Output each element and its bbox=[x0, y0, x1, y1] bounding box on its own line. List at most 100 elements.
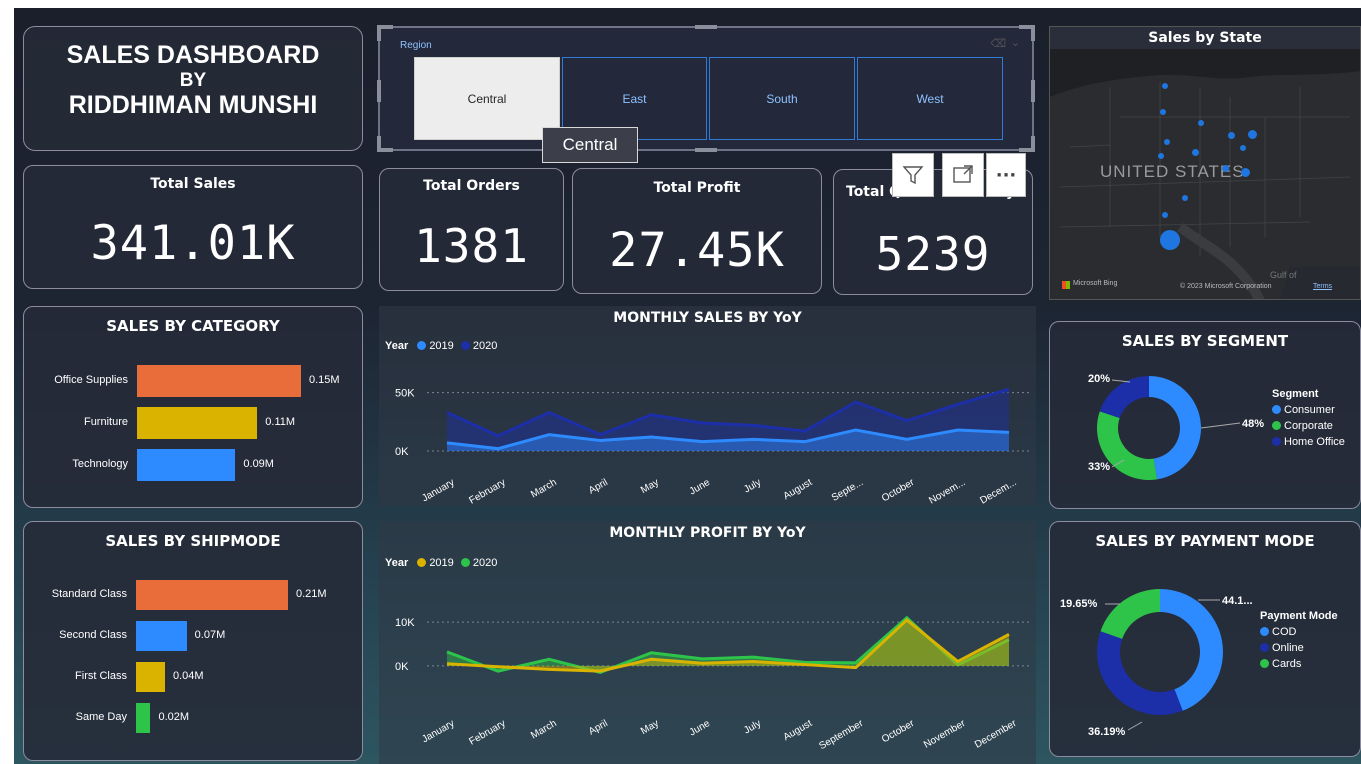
map-bubble[interactable] bbox=[1228, 132, 1235, 139]
bar[interactable] bbox=[136, 703, 151, 733]
more-options-icon[interactable]: ··· bbox=[986, 153, 1026, 197]
x-tick-label: January bbox=[420, 718, 456, 745]
data-label: 48% bbox=[1242, 418, 1264, 430]
legend-item: Online bbox=[1272, 642, 1304, 654]
map-bubble[interactable] bbox=[1160, 109, 1166, 115]
map-bubble[interactable] bbox=[1222, 165, 1229, 172]
dashboard-title-card: SALES DASHBOARD BY RIDDHIMAN MUNSHI bbox=[23, 26, 363, 151]
kpi-total-sales: Total Sales 341.01K bbox=[23, 165, 363, 289]
map-bubble[interactable] bbox=[1162, 83, 1168, 89]
resize-handle[interactable] bbox=[1031, 80, 1035, 102]
y-tick-label: 0K bbox=[395, 446, 409, 458]
x-tick-label: Septe... bbox=[830, 477, 865, 504]
resize-handle[interactable] bbox=[1031, 25, 1035, 41]
bar[interactable] bbox=[136, 662, 165, 692]
legend-item: Cards bbox=[1272, 658, 1302, 670]
map-bubble[interactable] bbox=[1158, 153, 1164, 159]
kpi-value: 5239 bbox=[875, 227, 991, 281]
bar-value-label: 0.04M bbox=[172, 670, 204, 682]
bar-value-label: 0.15M bbox=[309, 374, 340, 386]
x-tick-label: April bbox=[587, 477, 610, 497]
kpi-value: 341.01K bbox=[90, 216, 296, 271]
legend-dot bbox=[1272, 437, 1281, 446]
slicer-option-central[interactable]: Central bbox=[414, 57, 560, 140]
bar[interactable] bbox=[136, 621, 187, 651]
monthly-profit-plot: 0K 10K January February March April May June Jul… bbox=[395, 615, 1029, 752]
x-tick-label: October bbox=[880, 718, 917, 746]
legend-item: Home Office bbox=[1284, 436, 1345, 448]
sales-by-state-map[interactable]: Sales by State UNITED STATES Gulf of Mic… bbox=[1049, 26, 1361, 300]
bar-label: Office Supplies bbox=[54, 374, 128, 386]
slicer-option-south[interactable]: South bbox=[709, 57, 855, 140]
map-bubble[interactable] bbox=[1240, 145, 1246, 151]
region-slicer[interactable]: Region ⌫ ⌄ Central East South West bbox=[377, 25, 1035, 152]
data-label: 33% bbox=[1088, 461, 1110, 473]
monthly-sales-card: MONTHLY SALES BY YoY Year 2019 2020 0K 50… bbox=[379, 306, 1036, 506]
bar[interactable] bbox=[137, 407, 258, 439]
focus-mode-icon[interactable] bbox=[942, 153, 984, 197]
x-tick-label: November bbox=[922, 718, 968, 751]
bar-value-label: 0.09M bbox=[243, 458, 274, 470]
bar-value-label: 0.07M bbox=[194, 629, 226, 641]
y-tick-label: 50K bbox=[395, 388, 415, 400]
dashboard-canvas: SALES DASHBOARD BY RIDDHIMAN MUNSHI Regi… bbox=[14, 8, 1361, 764]
x-tick-label: February bbox=[467, 718, 507, 748]
donut-slice[interactable] bbox=[1100, 589, 1160, 639]
map-bubble[interactable] bbox=[1192, 149, 1199, 156]
kpi-label: Total Orders bbox=[423, 178, 520, 194]
monthly-profit-card: MONTHLY PROFIT BY YoY Year 2019 2020 0K 1… bbox=[379, 521, 1036, 764]
leader-line bbox=[1127, 721, 1143, 731]
resize-handle[interactable] bbox=[377, 25, 381, 41]
sales-by-payment-card: SALES BY PAYMENT MODE 44.1... 36.19% 19.65… bbox=[1049, 521, 1361, 757]
bar-label: Standard Class bbox=[51, 588, 127, 600]
donut-slice[interactable] bbox=[1097, 631, 1183, 715]
map-gulf-label: Gulf of bbox=[1270, 270, 1297, 280]
map-attribution-left: Microsoft Bing bbox=[1073, 280, 1118, 287]
donut-slice[interactable] bbox=[1149, 376, 1201, 480]
map-bubble[interactable] bbox=[1198, 120, 1204, 126]
microsoft-logo-icon bbox=[1062, 281, 1070, 289]
resize-handle[interactable] bbox=[695, 25, 717, 29]
chart-title: SALES BY SHIPMODE bbox=[105, 532, 281, 550]
bar[interactable] bbox=[137, 365, 301, 397]
payment-legend: Payment Mode COD Online Cards bbox=[1260, 608, 1338, 672]
map-bubble[interactable] bbox=[1248, 130, 1257, 139]
map-bubble[interactable] bbox=[1164, 139, 1170, 145]
slicer-option-west[interactable]: West bbox=[857, 57, 1003, 140]
y-tick-label: 0K bbox=[395, 661, 409, 673]
x-tick-label: February bbox=[467, 477, 507, 506]
chevron-down-icon[interactable]: ⌄ bbox=[1011, 36, 1020, 49]
legend-dot bbox=[1260, 627, 1269, 636]
x-tick-label: May bbox=[639, 477, 661, 496]
resize-handle[interactable] bbox=[377, 80, 381, 102]
legend-item: COD bbox=[1272, 626, 1297, 638]
eraser-icon[interactable]: ⌫ bbox=[990, 37, 1006, 50]
map-terms-link[interactable]: Terms bbox=[1313, 283, 1332, 290]
x-tick-label: August bbox=[782, 718, 815, 743]
x-tick-label: Novem... bbox=[927, 477, 967, 506]
bar-label: Second Class bbox=[59, 629, 127, 641]
x-tick-label: December bbox=[973, 718, 1019, 751]
map-bubble[interactable] bbox=[1241, 168, 1250, 177]
map-bubble[interactable] bbox=[1182, 195, 1188, 201]
resize-handle[interactable] bbox=[1031, 136, 1035, 152]
bar[interactable] bbox=[136, 580, 288, 610]
map-title: Sales by State bbox=[1148, 30, 1262, 46]
resize-handle[interactable] bbox=[377, 136, 381, 152]
x-tick-label: July bbox=[742, 477, 763, 495]
map-bubble[interactable] bbox=[1160, 230, 1180, 250]
resize-handle[interactable] bbox=[695, 148, 717, 152]
sales-by-segment-card: SALES BY SEGMENT 48% 33% 20% Segment Consu… bbox=[1049, 321, 1361, 509]
map-bubble[interactable] bbox=[1162, 212, 1168, 218]
legend-dot bbox=[1272, 421, 1281, 430]
legend-item: Consumer bbox=[1284, 404, 1335, 416]
x-tick-label: April bbox=[587, 718, 610, 738]
x-tick-label: August bbox=[782, 477, 815, 502]
title-line-3: RIDDHIMAN MUNSHI bbox=[68, 91, 318, 119]
filter-icon[interactable] bbox=[892, 153, 934, 197]
legend-item: Corporate bbox=[1284, 420, 1333, 432]
bar-value-label: 0.02M bbox=[158, 711, 190, 723]
y-tick-label: 10K bbox=[395, 617, 415, 629]
x-tick-label: March bbox=[529, 718, 559, 741]
bar[interactable] bbox=[137, 449, 236, 481]
